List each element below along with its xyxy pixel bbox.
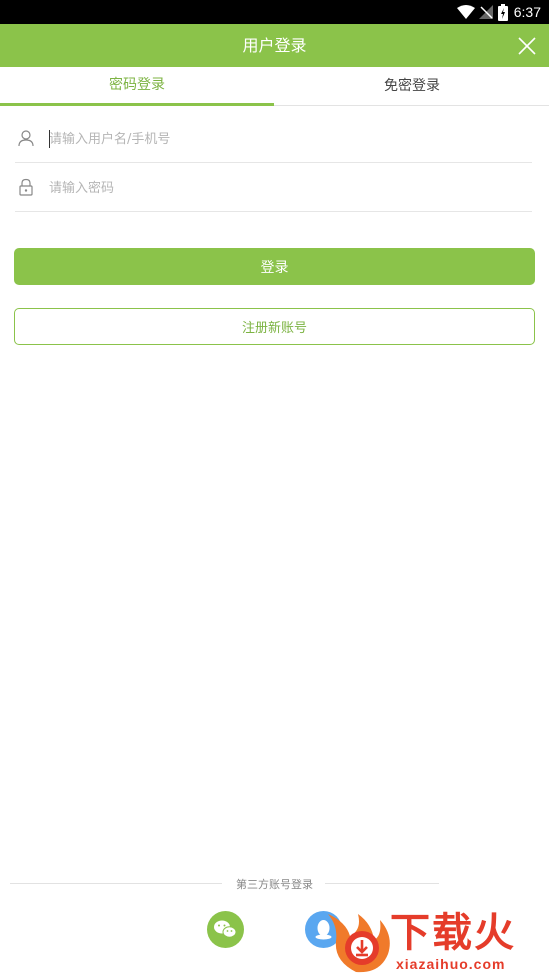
text-caret	[49, 130, 50, 148]
tab-password-login[interactable]: 密码登录	[0, 67, 274, 106]
password-input[interactable]	[49, 175, 519, 201]
wifi-icon	[457, 5, 475, 19]
wechat-login-button[interactable]	[207, 911, 244, 948]
password-field	[15, 163, 532, 212]
status-time: 6:37	[513, 4, 541, 20]
watermark-logo: 下载火 xiazaihuo.com	[318, 906, 549, 976]
lock-icon	[19, 178, 33, 196]
third-party-login: 第三方账号登录	[0, 872, 549, 896]
app-bar: 用户登录	[0, 24, 549, 67]
page-title: 用户登录	[242, 36, 307, 55]
wechat-icon	[214, 920, 237, 938]
username-field	[15, 114, 532, 163]
watermark-url: xiazaihuo.com	[396, 956, 506, 972]
third-party-label: 第三方账号登录	[236, 878, 313, 891]
close-icon[interactable]	[515, 34, 539, 58]
login-tabs: 密码登录 免密登录	[0, 67, 549, 106]
login-button[interactable]: 登录	[14, 248, 535, 285]
username-input[interactable]	[49, 126, 519, 152]
user-icon	[18, 130, 34, 147]
register-button[interactable]: 注册新账号	[14, 308, 535, 345]
tab-sms-login[interactable]: 免密登录	[275, 67, 549, 106]
login-screen: 6:37 用户登录 密码登录 免密登录 登录 注册新账号 第三方账号登录	[0, 0, 549, 976]
battery-icon	[498, 4, 508, 21]
flame-download-icon	[328, 914, 390, 973]
no-signal-icon	[479, 5, 493, 19]
status-bar: 6:37	[0, 0, 549, 24]
watermark-text: 下载火	[390, 910, 516, 956]
